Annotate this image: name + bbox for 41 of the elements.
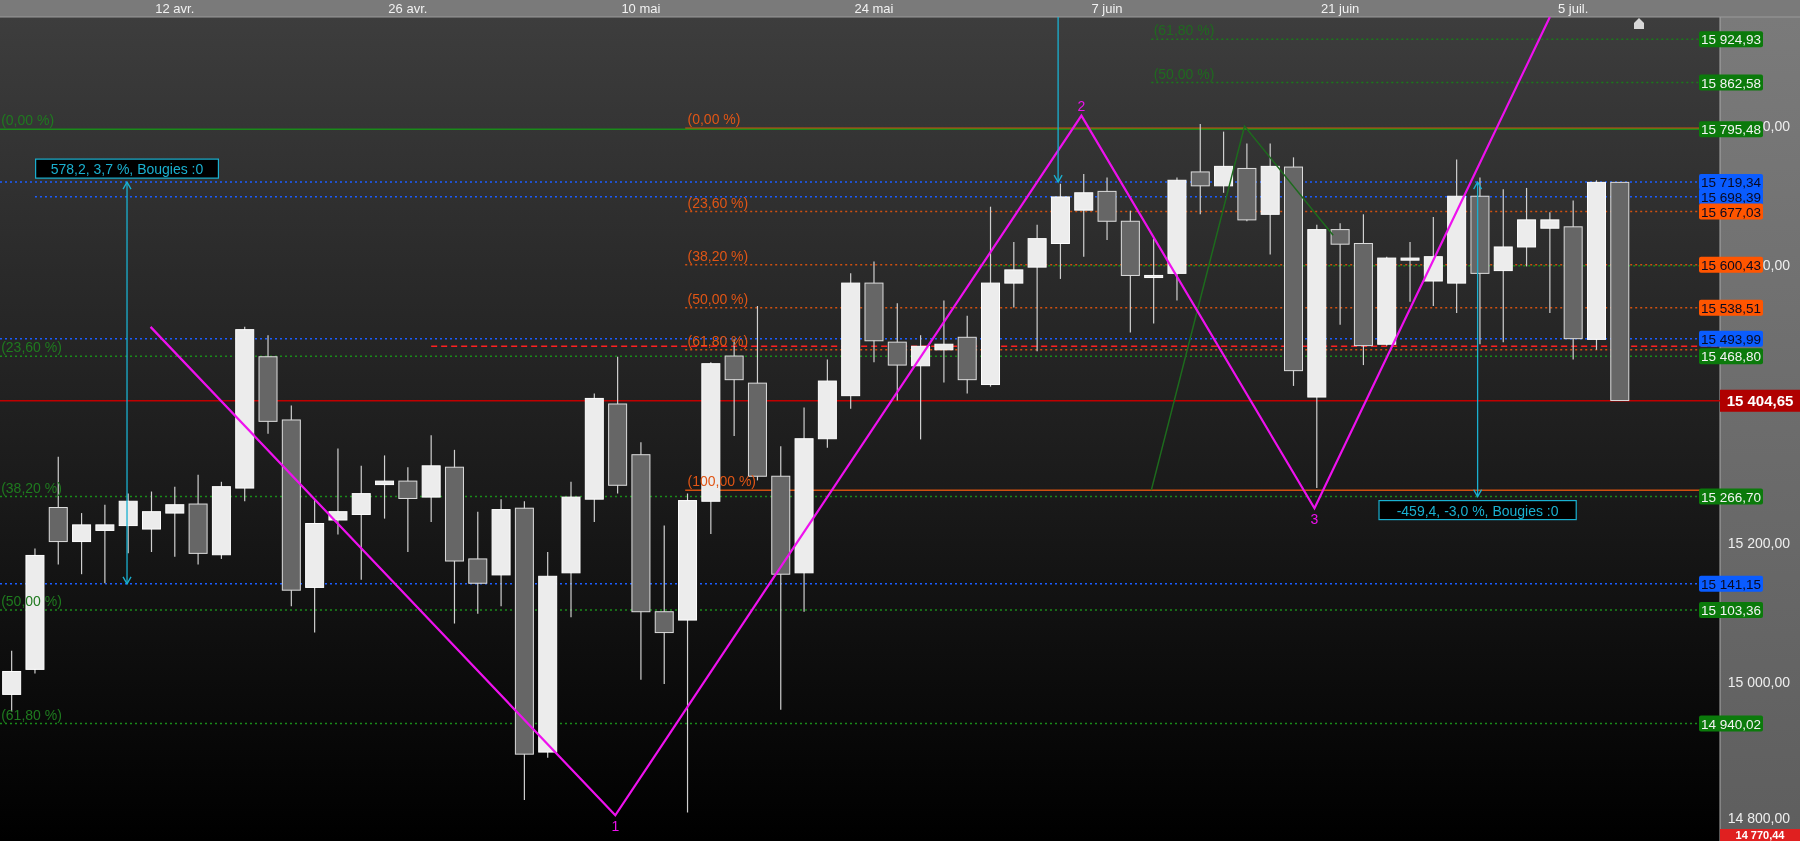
fibonacci-label: (0,00 %) <box>1 112 55 129</box>
fibonacci-label: (0,00 %) <box>687 111 741 128</box>
fibonacci-label: (61,80 %) <box>1 706 62 723</box>
candlestick <box>1400 241 1420 303</box>
price-axis-label: 15 200,00 <box>1727 534 1790 551</box>
price-tag: 15 468,80 <box>1699 348 1763 365</box>
candlestick <box>375 454 395 520</box>
candlestick <box>1004 241 1024 308</box>
price-axis-label: 0,00 <box>1762 257 1790 274</box>
fibonacci-label: (23,60 %) <box>1 339 62 356</box>
last-price-tag: 14 770,44 <box>1720 829 1800 841</box>
date-label: 5 juil. <box>1558 1 1589 16</box>
price-axis-label: 0,00 <box>1762 118 1790 135</box>
date-label: 24 mai <box>854 1 894 16</box>
last-price-tag: 15 404,65 <box>1720 389 1800 412</box>
price-tag: 15 719,34 <box>1699 174 1763 191</box>
date-label: 10 mai <box>621 1 661 16</box>
wave-label: 1 <box>611 818 620 835</box>
wave-label: 3 <box>1310 511 1319 528</box>
date-label: 12 avr. <box>155 1 195 16</box>
fibonacci-label: (38,20 %) <box>687 247 749 264</box>
candlestick <box>1214 131 1234 194</box>
measure-label: 578,2, 3,7 %, Bougies :0 <box>35 158 219 179</box>
fibonacci-label: (50,00 %) <box>687 290 749 307</box>
candlestick <box>118 493 138 554</box>
wave-label: 2 <box>1077 97 1086 114</box>
price-tag: 15 795,48 <box>1699 121 1763 138</box>
date-label: 21 juin <box>1320 1 1360 16</box>
fibonacci-label: (23,60 %) <box>687 194 749 211</box>
candlestick <box>165 486 185 558</box>
date-label: 7 juin <box>1091 1 1123 16</box>
price-axis-label: 15 000,00 <box>1727 673 1790 690</box>
candlestick <box>142 490 161 553</box>
candlestick <box>1097 176 1117 241</box>
price-tag: 15 924,93 <box>1699 31 1763 48</box>
price-axis-label: 14 800,00 <box>1727 809 1790 826</box>
house-icon <box>1634 18 1644 29</box>
date-label: 26 avr. <box>388 1 428 16</box>
measure-label: -459,4, -3,0 %, Bougies :0 <box>1378 500 1577 521</box>
candlestick <box>72 512 92 575</box>
price-tag: 15 103,36 <box>1699 602 1763 619</box>
